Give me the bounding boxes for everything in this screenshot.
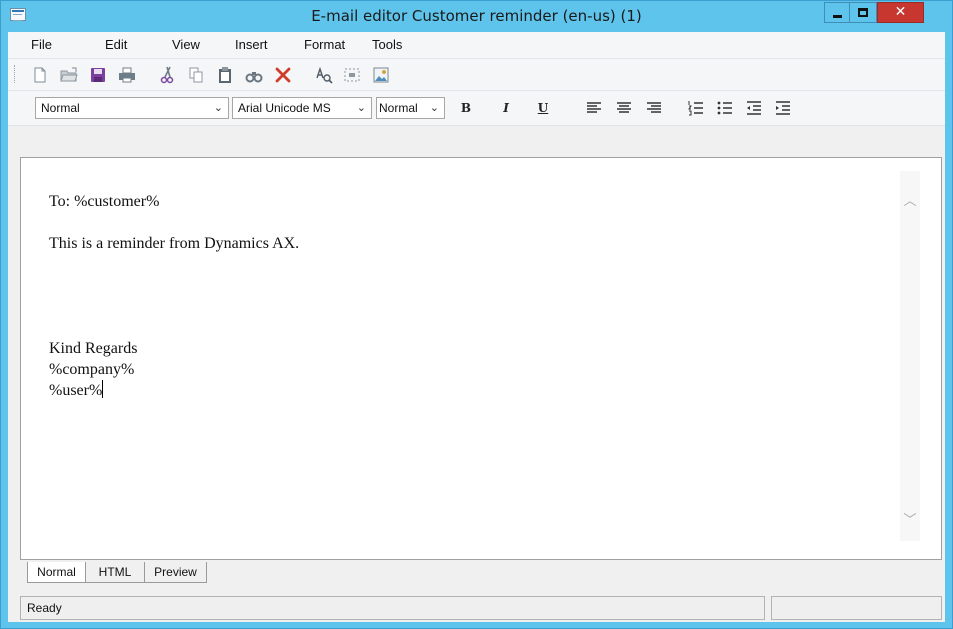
editor-line: To: %customer% (49, 193, 160, 210)
menu-tools[interactable]: Tools (372, 32, 402, 58)
tab-preview[interactable]: Preview (145, 562, 207, 583)
toolbar-grip[interactable] (14, 65, 17, 83)
status-text: Ready (27, 601, 62, 615)
status-bar: Ready (20, 596, 942, 620)
bulleted-list-icon (717, 101, 732, 115)
decrease-indent-icon (747, 101, 761, 115)
vertical-scrollbar[interactable]: ︿ ﹀ (900, 171, 920, 541)
editor-line: %user% (49, 382, 103, 399)
bulleted-list-button[interactable] (714, 97, 736, 119)
editor-line (49, 317, 299, 338)
align-left-icon (587, 102, 601, 113)
menu-bar: File Edit View Insert Format Tools (8, 32, 945, 59)
copy-icon (189, 67, 203, 83)
editor-client-area: File Edit View Insert Format Tools Norma… (8, 32, 945, 622)
align-right-button[interactable] (643, 97, 665, 119)
cut-button[interactable] (156, 64, 178, 86)
editor-line (49, 254, 299, 275)
text-caret (102, 380, 104, 398)
save-icon (91, 68, 105, 82)
tab-html[interactable]: HTML (86, 562, 145, 583)
new-document-icon (34, 67, 46, 83)
menu-file[interactable]: File (31, 32, 52, 58)
minimize-icon (833, 15, 842, 18)
scroll-down-icon[interactable]: ﹀ (900, 512, 920, 530)
numbered-list-icon (688, 101, 703, 116)
link-icon (344, 68, 360, 82)
decrease-indent-button[interactable] (743, 97, 765, 119)
menu-view[interactable]: View (172, 32, 200, 58)
menu-format[interactable]: Format (304, 32, 345, 58)
print-button[interactable] (116, 64, 138, 86)
email-editor-window: E-mail editor Customer reminder (en-us) … (0, 0, 953, 629)
increase-indent-icon (776, 101, 790, 115)
align-right-icon (647, 102, 661, 113)
new-document-button[interactable] (29, 64, 51, 86)
paragraph-style-select[interactable]: Normal ⌄ (35, 97, 229, 119)
menu-insert[interactable]: Insert (235, 32, 268, 58)
minimize-button[interactable] (824, 2, 850, 23)
chevron-down-icon: ⌄ (213, 101, 223, 114)
editor-text[interactable]: To: %customer% This is a reminder from D… (49, 191, 299, 401)
maximize-icon (858, 8, 868, 17)
editor-line (49, 296, 299, 317)
open-folder-icon (60, 67, 78, 82)
align-center-button[interactable] (613, 97, 635, 119)
menu-edit[interactable]: Edit (105, 32, 127, 58)
paragraph-style-value: Normal (41, 101, 80, 115)
font-family-select[interactable]: Arial Unicode MS ⌄ (232, 97, 372, 119)
maximize-button[interactable] (850, 2, 877, 23)
font-size-select[interactable]: Normal ⌄ (376, 97, 445, 119)
scroll-up-icon[interactable]: ︿ (900, 193, 920, 211)
formatting-toolbar: Normal ⌄ Arial Unicode MS ⌄ Normal ⌄ B I… (8, 91, 945, 126)
editor-line (49, 212, 299, 233)
paste-button[interactable] (214, 64, 236, 86)
editor-line: Kind Regards (49, 340, 138, 357)
editor-line (49, 275, 299, 296)
bold-button[interactable]: B (457, 99, 475, 117)
window-title: E-mail editor Customer reminder (en-us) … (311, 7, 642, 25)
cut-icon (160, 66, 174, 84)
chevron-down-icon: ⌄ (429, 101, 439, 114)
editor-line: %company% (49, 361, 135, 378)
copy-button[interactable] (185, 64, 207, 86)
underline-button[interactable]: U (534, 99, 552, 117)
numbered-list-button[interactable] (685, 97, 707, 119)
chevron-down-icon: ⌄ (356, 101, 366, 114)
print-icon (119, 67, 135, 83)
status-pane-secondary (771, 596, 942, 620)
image-icon (373, 67, 389, 83)
delete-icon (275, 67, 291, 83)
paste-icon (219, 67, 231, 83)
font-size-value: Normal (379, 101, 418, 115)
align-left-button[interactable] (583, 97, 605, 119)
title-bar[interactable]: E-mail editor Customer reminder (en-us) … (1, 1, 952, 32)
close-button[interactable]: ✕ (877, 2, 924, 23)
font-family-value: Arial Unicode MS (238, 101, 331, 115)
view-tabs: Normal HTML Preview (20, 562, 942, 584)
find-button[interactable] (243, 64, 265, 86)
tab-normal[interactable]: Normal (27, 562, 86, 583)
italic-button[interactable]: I (497, 99, 515, 117)
editor-line-with-caret: %user% (49, 380, 299, 401)
editor-line: This is a reminder from Dynamics AX. (49, 235, 300, 252)
insert-link-button[interactable] (341, 64, 363, 86)
message-body-editor[interactable]: To: %customer% This is a reminder from D… (20, 157, 942, 560)
spell-check-button[interactable] (312, 64, 334, 86)
align-center-icon (617, 102, 631, 113)
standard-toolbar (8, 59, 945, 91)
open-button[interactable] (58, 64, 80, 86)
close-icon: ✕ (894, 4, 907, 20)
spell-check-icon (316, 66, 333, 84)
find-icon (245, 72, 263, 83)
insert-image-button[interactable] (370, 64, 392, 86)
status-pane-main: Ready (20, 596, 765, 620)
delete-button[interactable] (272, 64, 294, 86)
increase-indent-button[interactable] (772, 97, 794, 119)
save-button[interactable] (87, 64, 109, 86)
